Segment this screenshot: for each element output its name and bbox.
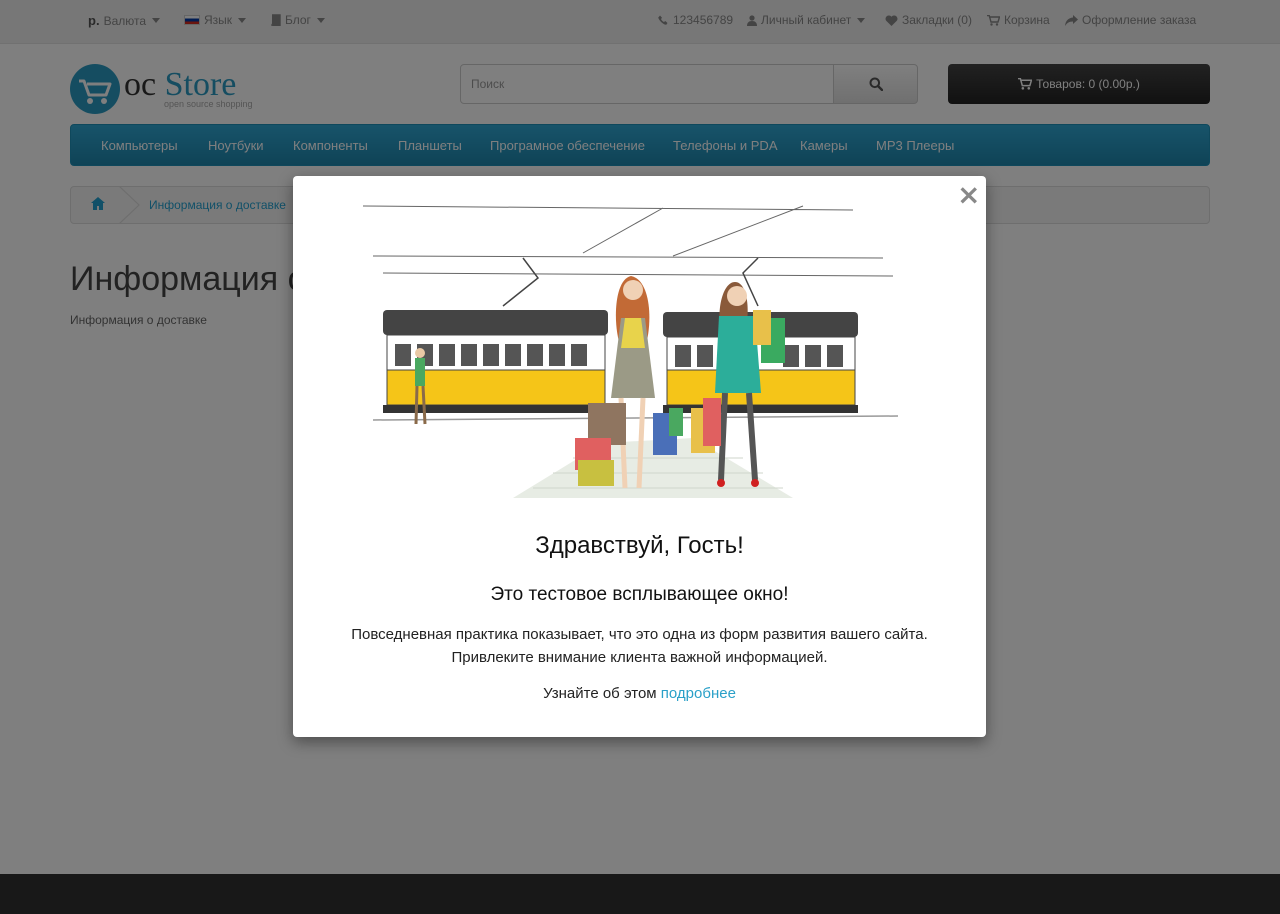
shopping-illustration <box>363 205 899 498</box>
modal-more-line: Узнайте об этом подробнее <box>293 685 986 702</box>
close-icon[interactable]: × <box>957 181 980 209</box>
modal-more-prefix: Узнайте об этом <box>543 685 657 702</box>
modal-heading: Здравствуй, Гость! <box>535 532 744 559</box>
page: р. Валюта Язык Блог 123456789 Личный каб… <box>0 0 1280 914</box>
modal-text-line-1: Повседневная практика показывает, что эт… <box>351 626 928 643</box>
modal-text-line-2: Привлеките внимание клиента важной инфор… <box>451 649 828 666</box>
popup-modal: × Здравствуй, Гость! Это тестовое всплыв… <box>293 176 986 737</box>
modal-more-link[interactable]: подробнее <box>661 685 736 702</box>
modal-text: Повседневная практика показывает, что эт… <box>293 623 986 669</box>
modal-subheading: Это тестовое всплывающее окно! <box>490 584 789 605</box>
